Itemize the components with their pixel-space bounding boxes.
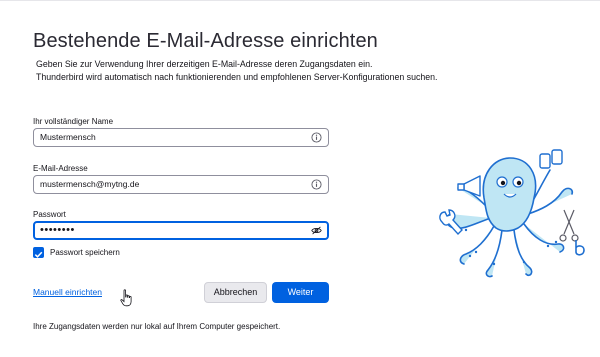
email-value: mustermensch@mytng.de [40,179,140,189]
remember-password-checkbox[interactable] [33,247,44,258]
manual-setup-link[interactable]: Manuell einrichten [33,287,102,297]
page-title: Bestehende E-Mail-Adresse einrichten [33,30,378,52]
password-label: Passwort [33,210,66,219]
info-icon[interactable] [311,132,322,143]
password-field[interactable]: •••••••• [33,221,329,240]
name-label: Ihr vollständiger Name [33,117,114,126]
description-line-2: Thunderbird wird automatisch nach funkti… [36,72,438,82]
privacy-note: Ihre Zugangsdaten werden nur lokal auf I… [33,322,281,331]
description-line-1: Geben Sie zur Verwendung Ihrer derzeitig… [36,59,373,69]
password-value: •••••••• [40,224,75,236]
page-description: Geben Sie zur Verwendung Ihrer derzeitig… [36,58,438,84]
cancel-button[interactable]: Abbrechen [204,282,267,303]
remember-password-label[interactable]: Passwort speichern [50,248,120,257]
email-label: E-Mail-Adresse [33,164,88,173]
continue-button[interactable]: Weiter [272,282,329,303]
name-field[interactable]: Mustermensch [33,128,329,147]
top-border [0,0,600,1]
octopus-illustration [439,149,585,278]
hand-cursor-icon [120,289,132,307]
email-field[interactable]: mustermensch@mytng.de [33,175,329,194]
eye-icon[interactable] [311,225,322,236]
name-value: Mustermensch [40,132,96,142]
checkmark-icon [34,251,43,258]
info-icon[interactable] [311,179,322,190]
